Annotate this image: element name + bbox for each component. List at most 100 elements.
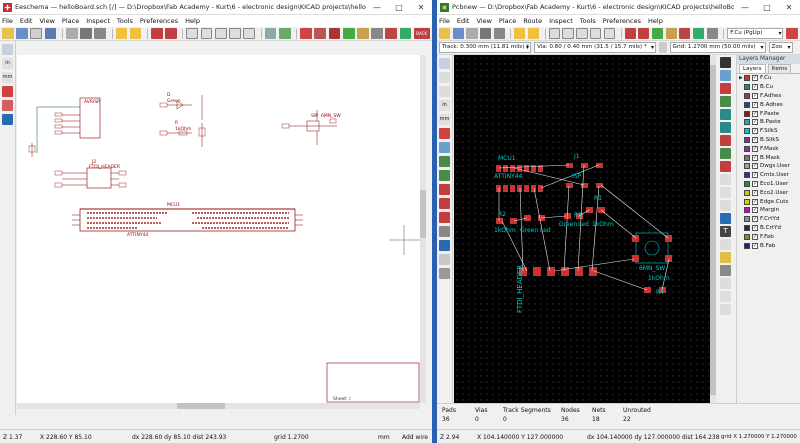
update-pcb-icon[interactable] [399, 28, 412, 39]
pcb-track-sketch-icon[interactable] [439, 212, 450, 223]
pcbnew-close-icon[interactable]: ✕ [778, 0, 800, 15]
schematic-horizontal-scrollbar[interactable] [17, 403, 420, 409]
plot-icon[interactable] [94, 28, 107, 39]
pcb-cursor-shape-icon[interactable] [439, 128, 450, 139]
pcb-flip-icon[interactable] [638, 28, 650, 39]
layer-color-swatch[interactable] [744, 224, 750, 231]
pcb-add-line-icon[interactable] [720, 174, 731, 185]
pcb-zone-fill-icon[interactable] [439, 156, 450, 167]
pcb-via-sketch-icon[interactable] [439, 198, 450, 209]
menu-inspect[interactable]: Inspect [86, 17, 110, 25]
layer-color-swatch[interactable] [744, 242, 750, 249]
zoom-fit-icon[interactable] [229, 28, 241, 39]
pcb-units-mm-icon[interactable]: mm [439, 114, 450, 125]
pcb-menu-edit[interactable]: Edit [457, 17, 470, 25]
layer-visibility-checkbox[interactable]: ✓ [752, 216, 758, 223]
hidden-pins-icon[interactable] [2, 100, 13, 111]
layer-visibility-checkbox[interactable]: ✓ [752, 189, 758, 196]
pcb-add-text-icon[interactable]: T [720, 226, 731, 237]
assign-footprints-icon[interactable] [357, 28, 369, 39]
layer-select[interactable]: F.Cu (PgUp) [727, 28, 784, 39]
units-mm-icon[interactable]: mm [2, 72, 13, 83]
pcb-route-diff-pair-icon[interactable] [720, 122, 731, 133]
save-icon[interactable] [44, 28, 57, 39]
pcb-add-arc-icon[interactable] [720, 200, 731, 211]
layer-color-swatch[interactable] [744, 84, 750, 91]
erc-icon[interactable] [342, 28, 355, 39]
symbol-browser-icon[interactable] [314, 28, 327, 39]
zoom-select[interactable]: Zoo [768, 42, 793, 53]
pcbnew-maximize-icon[interactable]: □ [756, 0, 778, 15]
layer-visibility-checkbox[interactable]: ✓ [752, 242, 758, 249]
layer-visibility-checkbox[interactable]: ✓ [752, 198, 758, 205]
layer-visibility-checkbox[interactable]: ✓ [752, 101, 758, 108]
pcb-add-zone-icon[interactable] [720, 148, 731, 159]
pcb-pad-sketch-icon[interactable] [439, 184, 450, 195]
layer-color-swatch[interactable] [744, 189, 750, 196]
pcb-save-icon[interactable] [452, 28, 464, 39]
redo-icon[interactable] [129, 28, 142, 39]
netlist-icon[interactable] [371, 28, 383, 39]
layer-row[interactable]: ✓ B.Cu [737, 83, 800, 92]
layer-visibility-checkbox[interactable]: ✓ [752, 207, 758, 214]
pcb-page-settings-icon[interactable] [466, 28, 478, 39]
pcb-3d-icon[interactable] [439, 268, 450, 279]
layer-row[interactable]: ✓ F.CrtYd [737, 215, 800, 224]
layer-color-swatch[interactable] [744, 136, 750, 143]
layer-row[interactable]: ✓ F.Mask [737, 144, 800, 153]
layer-visibility-checkbox[interactable]: ✓ [752, 84, 758, 91]
pcb-undo-icon[interactable] [514, 28, 526, 39]
pcb-layers-manager-toggle-icon[interactable] [439, 240, 450, 251]
pcb-drill-origin-icon[interactable] [720, 278, 731, 289]
layer-visibility-checkbox[interactable]: ✓ [752, 180, 758, 187]
layer-color-swatch[interactable] [744, 119, 750, 126]
symbol-editor-icon[interactable] [300, 28, 312, 39]
print-icon[interactable] [80, 28, 92, 39]
pcb-layer-pair-icon[interactable] [786, 28, 798, 39]
grid-select[interactable]: Grid: 1.2700 mm (50.00 mils) [669, 42, 766, 53]
pcb-redraw-icon[interactable] [548, 28, 560, 39]
layer-visibility-checkbox[interactable]: ✓ [752, 163, 758, 170]
pcb-local-ratsnest-icon[interactable] [720, 83, 731, 94]
pcb-highlight-net-icon[interactable] [720, 70, 731, 81]
pcb-microwave-toggle-icon[interactable] [439, 254, 450, 265]
layer-row[interactable]: ✓ B.Paste [737, 118, 800, 127]
layer-row[interactable]: ✓ B.Fab [737, 241, 800, 250]
layer-visibility-checkbox[interactable]: ✓ [752, 92, 758, 99]
sheet-setup-icon[interactable] [16, 28, 28, 39]
layer-visibility-checkbox[interactable]: ✓ [752, 75, 758, 82]
layer-row[interactable]: ✓ F.Fab [737, 232, 800, 241]
menu-preferences[interactable]: Preferences [140, 17, 178, 25]
layer-color-swatch[interactable] [744, 101, 750, 108]
pcb-menu-tools[interactable]: Tools [580, 17, 596, 25]
layer-visibility-checkbox[interactable]: ✓ [752, 172, 758, 179]
pcb-vertical-scrollbar[interactable] [710, 55, 716, 405]
pcb-route-track-icon[interactable] [720, 109, 731, 120]
layer-color-swatch[interactable] [744, 154, 750, 161]
bom-icon[interactable] [385, 28, 398, 39]
pcb-footprint-editor-icon[interactable] [665, 28, 677, 39]
pcbnew-minimize-icon[interactable]: — [734, 0, 756, 15]
minimize-icon[interactable]: — [366, 0, 388, 15]
find-icon[interactable] [150, 28, 163, 39]
pcb-scripting-icon[interactable] [706, 28, 718, 39]
units-inch-icon[interactable]: in [2, 58, 13, 69]
layer-color-swatch[interactable] [744, 198, 750, 205]
pcb-add-dimension-icon[interactable] [720, 239, 731, 250]
layer-row[interactable]: ✓ Dwgs.User [737, 162, 800, 171]
layer-row[interactable]: ✓ F.Paste [737, 109, 800, 118]
layer-row[interactable]: ✓ Cmts.User [737, 171, 800, 180]
pcb-add-footprint-icon[interactable] [720, 96, 731, 107]
auto-track-width-icon[interactable] [659, 42, 667, 53]
pcb-menu-route[interactable]: Route [523, 17, 542, 25]
layer-color-swatch[interactable] [744, 128, 750, 135]
pcb-zone-outline-icon[interactable] [439, 170, 450, 181]
layer-visibility-checkbox[interactable]: ✓ [752, 136, 758, 143]
pcb-footprint-browser-icon[interactable] [679, 28, 691, 39]
pcb-menu-help[interactable]: Help [648, 17, 663, 25]
pcb-plot-icon[interactable] [493, 28, 505, 39]
leave-sheet-icon[interactable] [278, 28, 291, 39]
menu-edit[interactable]: Edit [20, 17, 33, 25]
pcb-zoom-in-icon[interactable] [562, 28, 574, 39]
pcb-zoom-out-icon[interactable] [576, 28, 588, 39]
